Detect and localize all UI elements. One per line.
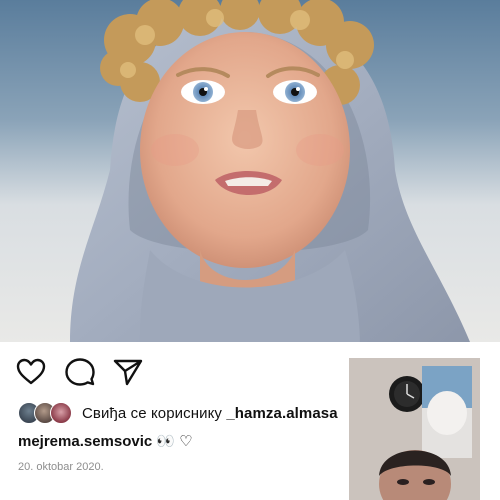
likes-text: Свиђа се кориснику _hamza.almasa <box>82 405 338 422</box>
heart-icon[interactable] <box>15 356 47 388</box>
speech-bubble-icon[interactable] <box>64 356 96 388</box>
post-caption: mejrema.semsovic 👀 ♡ <box>18 432 350 454</box>
post-action-bar <box>0 350 350 394</box>
avatar <box>50 402 72 424</box>
video-call-preview[interactable] <box>349 358 480 500</box>
post-date: 20. oktobar 2020. <box>18 461 104 473</box>
caption-text: 👀 ♡ <box>152 433 193 450</box>
likes-row[interactable]: Свиђа се кориснику _hamza.almasa <box>18 400 350 426</box>
child-in-hoodie-photo <box>0 0 500 342</box>
likes-prefix: Свиђа се кориснику <box>82 404 227 422</box>
paper-plane-icon[interactable] <box>112 356 144 388</box>
liker-avatars <box>18 401 76 425</box>
caption-author[interactable]: mejrema.semsovic <box>18 433 152 450</box>
video-call-feed <box>349 358 480 500</box>
post-photo[interactable] <box>0 0 500 342</box>
liker-username[interactable]: _hamza.almasa <box>226 405 337 422</box>
